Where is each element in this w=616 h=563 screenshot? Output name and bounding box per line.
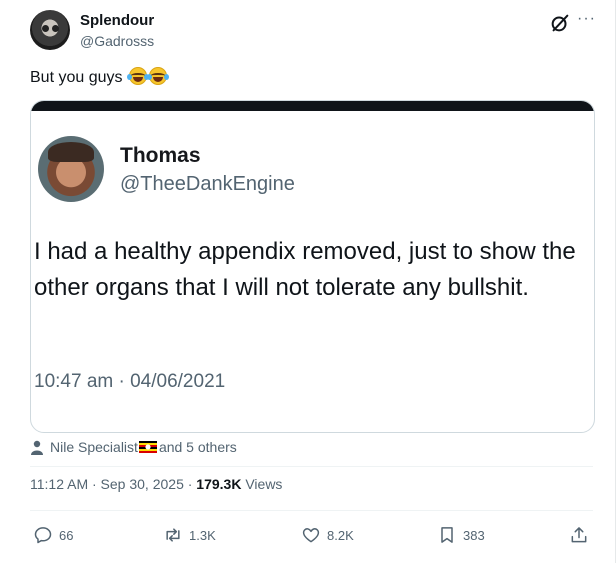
liked-by[interactable]: Nile Specialist and 5 others (30, 439, 237, 455)
divider (30, 510, 593, 511)
tears-of-joy-emoji (146, 67, 169, 85)
tweet-text-content: But you guys (30, 69, 123, 86)
display-name[interactable]: Splendour (80, 12, 154, 29)
avatar[interactable] (30, 10, 70, 50)
embedded-body: I had a healthy appendix removed, just t… (34, 238, 576, 301)
tweet-text: But you guys (30, 67, 169, 87)
share-icon (571, 527, 587, 543)
handle[interactable]: @Gadrosss (80, 33, 154, 49)
embedded-handle: @TheeDankEngine (120, 173, 295, 195)
like-count: 8.2K (327, 527, 354, 543)
share-button[interactable] (569, 525, 595, 545)
repost-button[interactable]: 1.3K (163, 525, 216, 545)
bookmark-count: 383 (463, 527, 485, 543)
divider (30, 466, 593, 467)
repost-icon (166, 528, 180, 542)
bookmark-button[interactable]: 383 (437, 525, 485, 545)
avatar-eye (52, 25, 59, 32)
view-count: 179.3K (196, 476, 242, 492)
repost-count: 1.3K (189, 527, 216, 543)
embedded-avatar (38, 136, 104, 202)
tears-of-joy-emoji (126, 67, 149, 85)
liked-by-rest[interactable]: and 5 others (159, 439, 237, 455)
image-top-bar (31, 101, 594, 111)
embedded-image[interactable]: Thomas @TheeDankEngine I had a healthy a… (30, 100, 595, 433)
like-button[interactable]: 8.2K (301, 525, 354, 545)
embedded-timestamp: 10:47 am · 04/06/2021 (34, 371, 226, 392)
bookmark-icon (441, 527, 453, 543)
avatar-eye (42, 25, 49, 32)
uganda-flag-icon (138, 441, 157, 453)
reply-icon (34, 527, 52, 544)
tweet-timestamp[interactable]: 11:12 AM · Sep 30, 2025 · (30, 476, 196, 492)
action-bar: 66 1.3K 8.2K 383 (33, 525, 593, 547)
reply-button[interactable]: 66 (33, 525, 73, 545)
person-icon (31, 440, 43, 455)
liked-by-name[interactable]: Nile Specialist (50, 439, 138, 455)
embedded-avatar-hair (48, 142, 94, 162)
grok-icon[interactable] (549, 12, 571, 34)
tweet-meta: 11:12 AM · Sep 30, 2025 · 179.3K Views (30, 476, 282, 492)
heart-icon (302, 528, 320, 543)
reply-count: 66 (59, 527, 74, 543)
views-label: Views (241, 476, 283, 492)
more-icon[interactable]: ··· (577, 10, 596, 28)
embedded-name: Thomas (120, 144, 201, 167)
